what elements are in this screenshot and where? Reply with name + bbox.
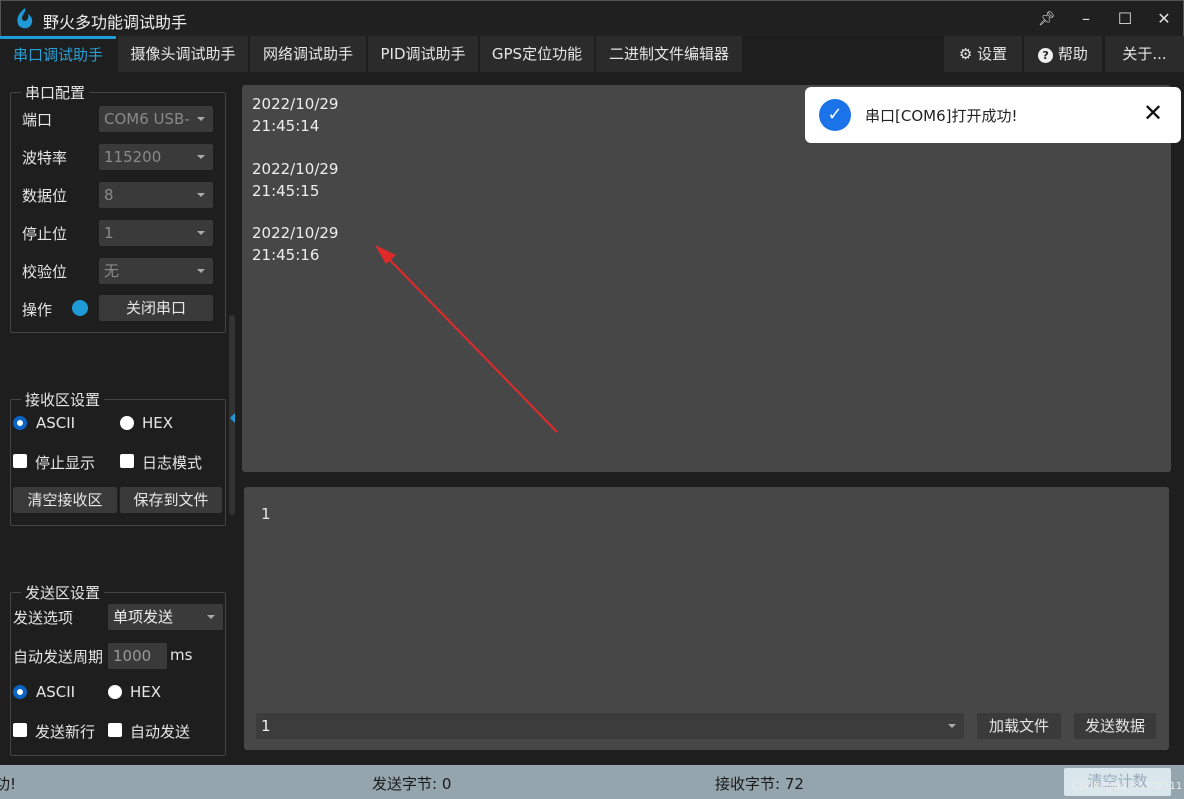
send-newline-checkbox[interactable] bbox=[13, 723, 27, 737]
tab-camera[interactable]: 摄像头调试助手 bbox=[118, 36, 248, 72]
auto-send-checkbox[interactable] bbox=[108, 723, 122, 737]
send-ascii-radio[interactable] bbox=[13, 685, 27, 699]
parity-label: 校验位 bbox=[22, 261, 67, 282]
received-bytes: 接收字节: 72 bbox=[715, 773, 804, 794]
chevron-down-icon bbox=[948, 724, 956, 728]
period-label: 自动发送周期 bbox=[13, 646, 103, 667]
status-bar: 成功! 发送字节: 0 接收字节: 72 清空计数 CSDN @qq_55308… bbox=[0, 765, 1184, 799]
stopbits-select[interactable]: 1 bbox=[99, 220, 213, 246]
databits-value: 8 bbox=[104, 186, 114, 204]
send-newline-label: 发送新行 bbox=[35, 721, 95, 742]
log-time: 21:45:15 bbox=[252, 180, 338, 202]
watermark: CSDN @qq_55308111 bbox=[1072, 781, 1182, 792]
close-button[interactable]: ✕ bbox=[1149, 7, 1179, 31]
chevron-down-icon bbox=[197, 269, 205, 273]
load-file-button[interactable]: 加载文件 bbox=[977, 713, 1061, 739]
chevron-down-icon bbox=[197, 117, 205, 121]
window-title: 野火多功能调试助手 bbox=[43, 9, 187, 33]
send-option-value: 单项发送 bbox=[113, 608, 173, 626]
maximize-button[interactable]: ☐ bbox=[1110, 7, 1140, 31]
send-option-label: 发送选项 bbox=[13, 607, 73, 628]
group-title: 发送区设置 bbox=[21, 582, 104, 603]
chevron-down-icon bbox=[197, 155, 205, 159]
about-button[interactable]: 关于... bbox=[1105, 36, 1184, 72]
sent-bytes: 发送字节: 0 bbox=[372, 773, 451, 794]
tab-serial[interactable]: 串口调试助手 bbox=[0, 36, 116, 72]
log-time: 21:45:16 bbox=[252, 244, 338, 266]
parity-select[interactable]: 无 bbox=[99, 258, 213, 284]
log-date: 2022/10/29 bbox=[252, 158, 338, 180]
recv-ascii-radio[interactable] bbox=[13, 416, 27, 430]
log-time: 21:45:14 bbox=[252, 115, 338, 137]
send-hex-radio[interactable] bbox=[108, 685, 122, 699]
stopbits-value: 1 bbox=[104, 224, 114, 242]
period-unit: ms bbox=[170, 646, 192, 664]
send-content: 1 bbox=[261, 505, 271, 523]
close-port-button[interactable]: 关闭串口 bbox=[99, 295, 213, 321]
recv-hex-label: HEX bbox=[142, 414, 173, 432]
chevron-down-icon bbox=[197, 231, 205, 235]
group-title: 串口配置 bbox=[21, 82, 89, 103]
port-label: 端口 bbox=[22, 109, 52, 130]
save-to-file-button[interactable]: 保存到文件 bbox=[120, 487, 222, 513]
port-status-indicator bbox=[72, 300, 88, 316]
stopbits-label: 停止位 bbox=[22, 223, 67, 244]
parity-value: 无 bbox=[104, 262, 119, 280]
auto-send-label: 自动发送 bbox=[130, 721, 190, 742]
tab-gps[interactable]: GPS定位功能 bbox=[480, 36, 594, 72]
title-bar: 野火多功能调试助手 📌︎ – ☐ ✕ bbox=[0, 0, 1184, 36]
app-logo-icon bbox=[13, 7, 35, 31]
receive-area[interactable]: 2022/10/2921:45:14 2022/10/2921:45:15 20… bbox=[242, 85, 1171, 472]
log-entry: 2022/10/2921:45:14 bbox=[252, 93, 338, 137]
collapse-arrow-icon[interactable] bbox=[230, 413, 235, 423]
group-title: 接收区设置 bbox=[21, 389, 104, 410]
databits-label: 数据位 bbox=[22, 185, 67, 206]
send-ascii-label: ASCII bbox=[36, 683, 75, 701]
tab-pid[interactable]: PID调试助手 bbox=[368, 36, 478, 72]
settings-label: 设置 bbox=[977, 45, 1007, 63]
tab-network[interactable]: 网络调试助手 bbox=[250, 36, 366, 72]
log-date: 2022/10/29 bbox=[252, 222, 338, 244]
help-button[interactable]: ? 帮助 bbox=[1024, 36, 1102, 72]
tab-binary-editor[interactable]: 二进制文件编辑器 bbox=[596, 36, 742, 72]
send-history-select[interactable]: 1 bbox=[256, 713, 964, 739]
send-hex-label: HEX bbox=[130, 683, 161, 701]
log-entry: 2022/10/2921:45:16 bbox=[252, 222, 338, 266]
databits-select[interactable]: 8 bbox=[99, 182, 213, 208]
send-area[interactable]: 1 1 加载文件 发送数据 bbox=[244, 487, 1169, 750]
toast-notification: ✓ 串口[COM6]打开成功! ✕ bbox=[805, 87, 1181, 143]
check-circle-icon: ✓ bbox=[819, 99, 851, 131]
port-value: COM6 USB- bbox=[104, 110, 190, 128]
close-icon[interactable]: ✕ bbox=[1143, 99, 1163, 127]
chevron-down-icon bbox=[197, 193, 205, 197]
stop-display-label: 停止显示 bbox=[35, 452, 95, 473]
send-history-value: 1 bbox=[261, 717, 271, 735]
baud-value: 115200 bbox=[104, 148, 161, 166]
toast-message: 串口[COM6]打开成功! bbox=[865, 105, 1017, 126]
recv-ascii-label: ASCII bbox=[36, 414, 75, 432]
send-option-select[interactable]: 单项发送 bbox=[108, 604, 223, 630]
help-icon: ? bbox=[1038, 48, 1053, 63]
stop-display-checkbox[interactable] bbox=[13, 454, 27, 468]
gear-icon: ⚙ bbox=[959, 45, 972, 63]
pin-icon[interactable]: 📌︎ bbox=[1032, 7, 1062, 31]
settings-button[interactable]: ⚙ 设置 bbox=[944, 36, 1022, 72]
status-message: 成功! bbox=[0, 773, 16, 794]
help-label: 帮助 bbox=[1058, 45, 1088, 63]
send-data-button[interactable]: 发送数据 bbox=[1074, 713, 1156, 739]
recv-hex-radio[interactable] bbox=[120, 416, 134, 430]
port-select[interactable]: COM6 USB- bbox=[99, 106, 213, 132]
clear-recv-button[interactable]: 清空接收区 bbox=[13, 487, 117, 513]
chevron-down-icon bbox=[207, 615, 215, 619]
minimize-button[interactable]: – bbox=[1071, 7, 1101, 31]
period-input[interactable]: 1000 bbox=[108, 643, 167, 669]
baud-select[interactable]: 115200 bbox=[99, 144, 213, 170]
log-entry: 2022/10/2921:45:15 bbox=[252, 158, 338, 202]
operation-label: 操作 bbox=[22, 299, 52, 320]
tab-bar: 串口调试助手 摄像头调试助手 网络调试助手 PID调试助手 GPS定位功能 二进… bbox=[0, 36, 1184, 72]
log-mode-checkbox[interactable] bbox=[120, 454, 134, 468]
baud-label: 波特率 bbox=[22, 147, 67, 168]
log-date: 2022/10/29 bbox=[252, 93, 338, 115]
log-mode-label: 日志模式 bbox=[142, 452, 202, 473]
